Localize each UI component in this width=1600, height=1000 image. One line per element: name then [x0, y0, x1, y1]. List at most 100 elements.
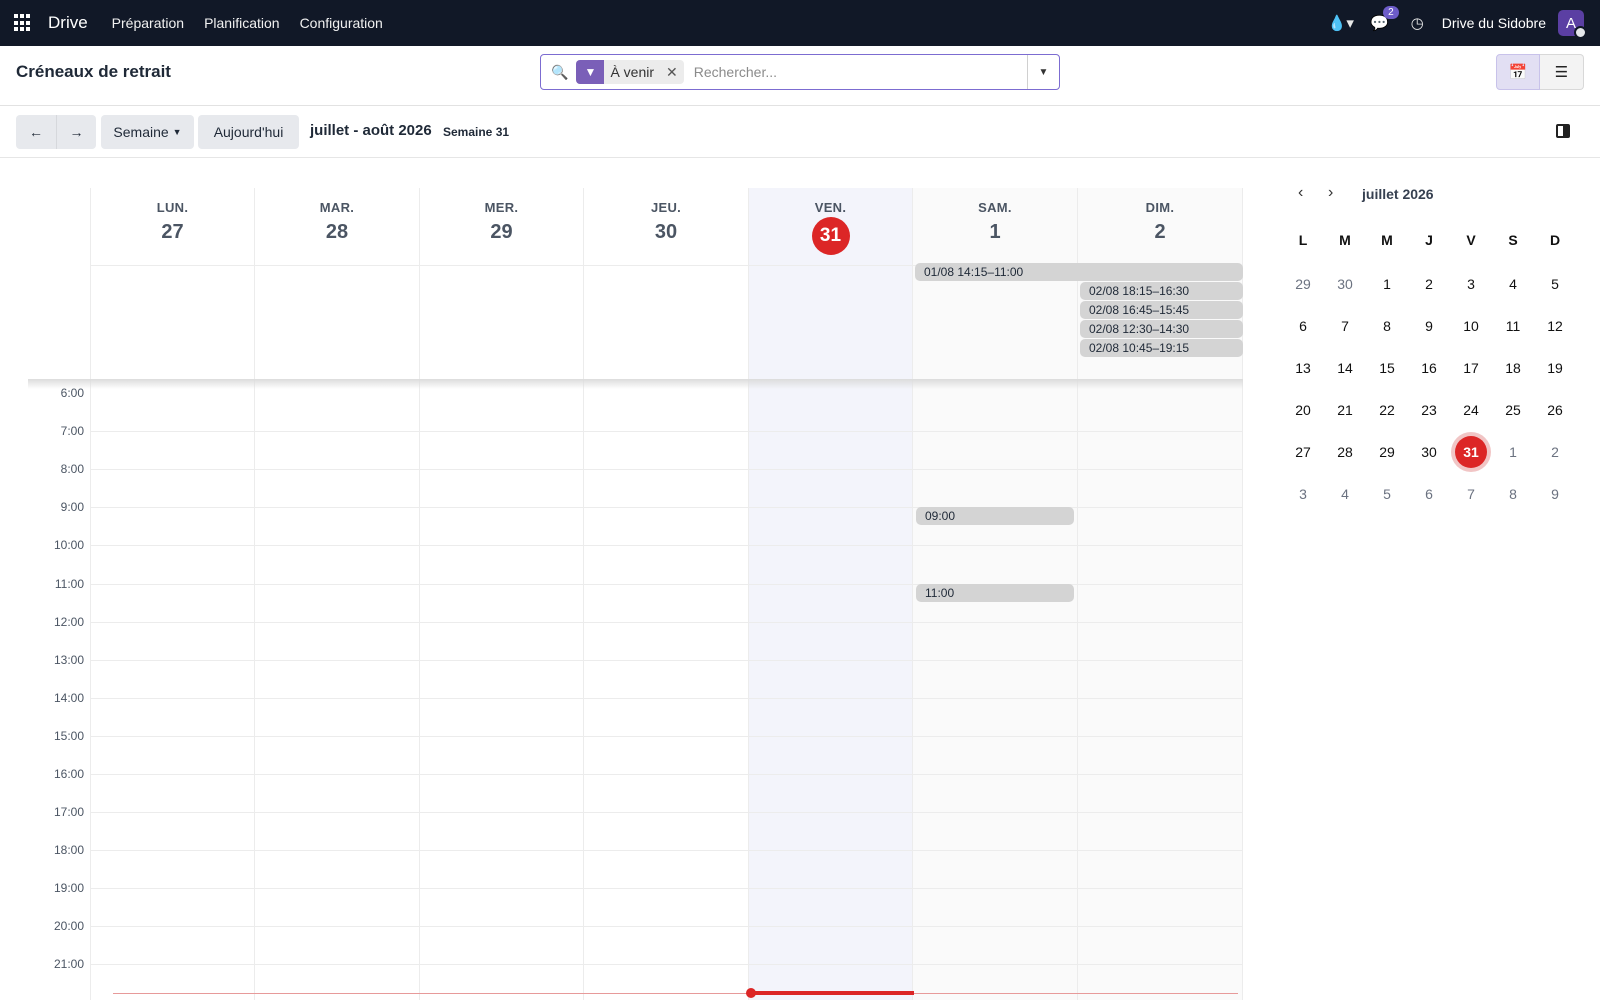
mini-day[interactable]: 4 [1324, 486, 1366, 502]
timed-event[interactable]: 09:00 [916, 507, 1074, 525]
next-button[interactable]: → [56, 115, 96, 149]
menu-preparation[interactable]: Préparation [112, 15, 184, 31]
allday-event[interactable]: 02/08 18:15–16:30 [1080, 282, 1243, 300]
day-name: DIM. [1145, 200, 1175, 215]
facet-close-icon[interactable]: ✕ [660, 64, 684, 81]
allday-event[interactable]: 01/08 14:15–11:00 [915, 263, 1243, 281]
mini-next-icon[interactable]: › [1328, 184, 1333, 202]
mini-day[interactable]: 8 [1492, 486, 1534, 502]
mini-day[interactable]: 26 [1534, 402, 1576, 418]
mini-day[interactable]: 16 [1408, 360, 1450, 376]
mini-prev-icon[interactable]: ‹ [1298, 184, 1303, 202]
day-name: JEU. [650, 200, 682, 215]
mini-day[interactable]: 9 [1408, 318, 1450, 334]
mini-day[interactable]: 28 [1324, 444, 1366, 460]
mini-day[interactable]: 30 [1324, 276, 1366, 292]
scale-label: Semaine [113, 124, 169, 140]
mini-day[interactable]: 2 [1534, 444, 1576, 460]
calendar-toolbar: ← → Semaine ▼ Aujourd'hui juillet - août… [0, 106, 1600, 158]
allday-event[interactable]: 02/08 16:45–15:45 [1080, 301, 1243, 319]
current-time-today-bar [750, 991, 914, 995]
mini-day[interactable]: 15 [1366, 360, 1408, 376]
mini-day[interactable]: 6 [1408, 486, 1450, 502]
mini-day[interactable]: 19 [1534, 360, 1576, 376]
day-header: MER. 29 [420, 188, 583, 266]
day-column-thu[interactable]: JEU. 30 [583, 188, 748, 1000]
day-column-fri-today[interactable]: VEN. 31 [748, 188, 912, 1000]
day-number: 30 [654, 221, 678, 243]
user-avatar[interactable]: A [1558, 10, 1587, 39]
previous-button[interactable]: ← [16, 115, 56, 149]
mini-day[interactable]: 5 [1366, 486, 1408, 502]
sidebar-toggle-icon[interactable] [1556, 124, 1570, 138]
menu-configuration[interactable]: Configuration [300, 15, 383, 31]
mini-day[interactable]: 30 [1408, 444, 1450, 460]
top-navbar: Drive Préparation Planification Configur… [0, 0, 1600, 46]
mini-day[interactable]: 17 [1450, 360, 1492, 376]
mini-day[interactable]: 12 [1534, 318, 1576, 334]
messages-icon[interactable]: 💬 2 [1370, 6, 1399, 32]
allday-event[interactable]: 02/08 12:30–14:30 [1080, 320, 1243, 338]
search-input[interactable] [693, 64, 1024, 80]
scale-dropdown[interactable]: Semaine ▼ [101, 115, 194, 149]
calendar-view-button[interactable]: 📅 [1496, 54, 1540, 90]
mini-day[interactable]: 13 [1282, 360, 1324, 376]
mini-day[interactable]: 7 [1450, 486, 1492, 502]
mini-day[interactable]: 3 [1282, 486, 1324, 502]
range-title: juillet - août 2026 [310, 122, 432, 139]
timed-event[interactable]: 11:00 [916, 584, 1074, 602]
mini-day[interactable]: 29 [1282, 276, 1324, 292]
messages-badge: 2 [1383, 6, 1399, 19]
current-time-dot [746, 988, 756, 998]
mini-day[interactable]: 25 [1492, 402, 1534, 418]
day-header: JEU. 30 [584, 188, 748, 266]
mini-day[interactable]: 10 [1450, 318, 1492, 334]
mini-day[interactable]: 20 [1282, 402, 1324, 418]
day-column-wed[interactable]: MER. 29 [419, 188, 583, 1000]
mini-day[interactable]: 5 [1534, 276, 1576, 292]
allday-event[interactable]: 02/08 10:45–19:15 [1080, 339, 1243, 357]
mini-day[interactable]: 8 [1366, 318, 1408, 334]
mini-day[interactable]: 29 [1366, 444, 1408, 460]
hour-line [90, 622, 1243, 623]
mini-day[interactable]: 1 [1492, 444, 1534, 460]
hour-label: 21:00 [53, 957, 84, 971]
hour-line [90, 850, 1243, 851]
view-switcher: 📅 ☰ [1496, 54, 1584, 90]
mini-day-selected[interactable]: 31 [1455, 436, 1487, 468]
day-number: 28 [325, 221, 349, 243]
mini-day[interactable]: 7 [1324, 318, 1366, 334]
hour-line [90, 660, 1243, 661]
hour-line [90, 812, 1243, 813]
mini-day[interactable]: 14 [1324, 360, 1366, 376]
mini-day[interactable]: 21 [1324, 402, 1366, 418]
day-header: VEN. 31 [749, 188, 912, 266]
mini-day[interactable]: 2 [1408, 276, 1450, 292]
list-view-button[interactable]: ☰ [1540, 54, 1584, 90]
mini-day[interactable]: 18 [1492, 360, 1534, 376]
day-column-tue[interactable]: MAR. 28 [254, 188, 419, 1000]
app-brand[interactable]: Drive [48, 13, 88, 33]
mini-day[interactable]: 6 [1282, 318, 1324, 334]
mini-day[interactable]: 9 [1534, 486, 1576, 502]
apps-grid-icon[interactable] [14, 14, 32, 32]
mini-day[interactable]: 24 [1450, 402, 1492, 418]
mini-day[interactable]: 4 [1492, 276, 1534, 292]
mini-day[interactable]: 11 [1492, 318, 1534, 334]
menu-planification[interactable]: Planification [204, 15, 280, 31]
mini-day[interactable]: 3 [1450, 276, 1492, 292]
today-button[interactable]: Aujourd'hui [198, 115, 299, 149]
hour-line [90, 964, 1243, 965]
drop-icon[interactable]: 💧▾ [1328, 14, 1354, 32]
search-options-toggle[interactable]: ▼ [1027, 55, 1059, 89]
mini-day[interactable]: 22 [1366, 402, 1408, 418]
day-column-mon[interactable]: LUN. 27 [90, 188, 254, 1000]
company-switcher[interactable]: Drive du Sidobre [1442, 15, 1546, 31]
mini-calendar-title: juillet 2026 [1362, 186, 1434, 202]
mini-day[interactable]: 27 [1282, 444, 1324, 460]
day-number: 29 [490, 221, 513, 243]
mini-day[interactable]: 23 [1408, 402, 1450, 418]
mini-day[interactable]: 1 [1366, 276, 1408, 292]
search-bar[interactable]: 🔍 ▼ À venir ✕ ▼ [540, 54, 1060, 90]
clock-icon[interactable]: ◷ [1411, 14, 1424, 32]
